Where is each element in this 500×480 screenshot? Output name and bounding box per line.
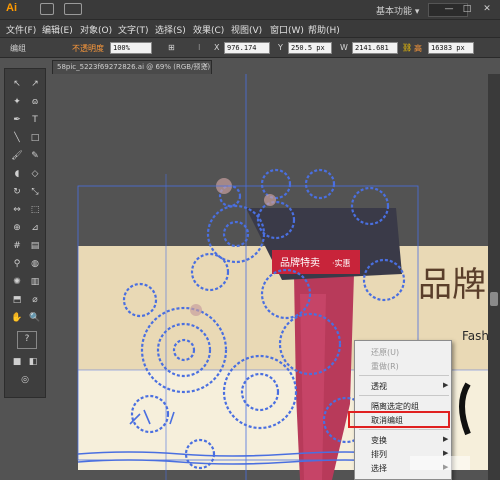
line-tool-icon[interactable]: ╲ [9,131,25,145]
constrain-proportions-icon[interactable]: ⛓ [402,43,412,52]
hand-tool-icon[interactable]: ✋ [9,311,25,325]
app-logo: Ai [6,2,17,14]
type-tool-icon[interactable]: T [27,113,43,127]
tools-panel: ↖ ↗ ✦ ɷ ✒ T ╲ □ 🖌 ✎ ◖ ◇ ↻ ⤡ ⇔ ⬚ ⊕ ⊿ # ▤ … [4,68,46,398]
align-icon[interactable]: ⊞ [168,43,175,52]
blob-brush-tool-icon[interactable]: ◖ [9,167,25,181]
document-tab[interactable]: 58pic_5223f69272826.ai @ 69% (RGB/预览) [52,60,212,74]
banner-subtitle: Fash [462,329,488,343]
submenu-arrow-icon: ▶ [443,435,449,443]
opacity-field[interactable]: 100% [110,42,152,54]
menu-window[interactable]: 窗口(W) [270,23,304,36]
title-bar: Ai 基本功能 ▾ — □ ✕ [0,0,500,20]
arrange-documents-icon[interactable] [64,3,82,15]
badge-text: 品牌特卖 [280,256,320,269]
width-field[interactable]: 2141.681 [352,42,398,54]
watermark-overlay [410,456,470,470]
symbol-sprayer-tool-icon[interactable]: ✺ [9,275,25,289]
opacity-label[interactable]: 不透明度 [72,43,104,54]
pencil-tool-icon[interactable]: ✎ [27,149,43,163]
paintbrush-tool-icon[interactable]: 🖌 [9,149,25,163]
menu-view[interactable]: 视图(V) [231,23,262,36]
height-field[interactable]: 16383 px [428,42,474,54]
maximize-button[interactable]: □ [460,2,474,16]
height-label: 高 [414,44,422,53]
menu-item-redo[interactable]: 重做(R) [371,361,399,372]
menu-bar: 文件(F) 编辑(E) 对象(O) 文字(T) 选择(S) 效果(C) 视图(V… [0,20,500,38]
gradient-tool-icon[interactable]: ▤ [27,239,43,253]
menu-item-perspective[interactable]: 透视 [371,381,387,392]
perspective-grid-tool-icon[interactable]: ⊿ [27,221,43,235]
menu-item-transform[interactable]: 变换 [371,435,387,446]
x-label: X [214,43,220,52]
slice-tool-icon[interactable]: ⌀ [27,293,43,307]
gradient-mode-icon[interactable]: ◧ [25,355,41,369]
vertical-scrollbar[interactable] [488,74,500,480]
scrollbar-thumb[interactable] [490,292,498,306]
control-bar: 编组 不透明度 100% ⊞ ⁝ X 976.174 Y 250.5 px W … [0,38,500,58]
magic-wand-tool-icon[interactable]: ✦ [9,95,25,109]
fill-stroke-swatch[interactable]: ? [17,331,37,349]
close-window-button[interactable]: ✕ [480,2,494,16]
menu-file[interactable]: 文件(F) [6,23,36,36]
menu-separator [359,429,449,430]
menu-separator [359,395,449,396]
width-tool-icon[interactable]: ⇔ [9,203,25,217]
menu-select[interactable]: 选择(S) [155,23,186,36]
column-graph-tool-icon[interactable]: ▥ [27,275,43,289]
menu-help[interactable]: 帮助(H) [308,23,340,36]
blend-tool-icon[interactable]: ◍ [27,257,43,271]
close-document-icon[interactable]: ✕ [202,61,209,70]
x-position-field[interactable]: 976.174 [224,42,270,54]
w-label: W [340,43,348,52]
ungroup-highlight-box [348,411,450,428]
rotate-tool-icon[interactable]: ↻ [9,185,25,199]
submenu-arrow-icon: ▶ [443,381,449,389]
y-position-field[interactable]: 250.5 px [288,42,332,54]
y-label: Y [278,43,283,52]
menu-item-undo[interactable]: 还原(U) [371,347,399,358]
pen-tool-icon[interactable]: ✒ [9,113,25,127]
selection-type-label: 编组 [10,44,26,53]
color-mode-icon[interactable]: ■ [9,355,25,369]
menu-item-arrange[interactable]: 排列 [371,449,387,460]
menu-effect[interactable]: 效果(C) [193,23,224,36]
rectangle-tool-icon[interactable]: □ [27,131,43,145]
reference-point-icon[interactable]: ⁝ [198,43,201,52]
menu-type[interactable]: 文字(T) [118,23,149,36]
lasso-tool-icon[interactable]: ɷ [27,95,43,109]
scale-tool-icon[interactable]: ⤡ [27,185,43,199]
draw-mode-icon[interactable]: ◎ [17,373,33,387]
mesh-tool-icon[interactable]: # [9,239,25,253]
banner-title: 品牌 [418,265,486,305]
menu-item-select[interactable]: 选择 [371,463,387,474]
menu-object[interactable]: 对象(O) [80,23,112,36]
eraser-tool-icon[interactable]: ◇ [27,167,43,181]
badge-subtext: ·实惠 [332,258,351,268]
shape-builder-tool-icon[interactable]: ⊕ [9,221,25,235]
artboard-tool-icon[interactable]: ⬒ [9,293,25,307]
direct-selection-tool-icon[interactable]: ↗ [27,77,43,91]
zoom-tool-icon[interactable]: 🔍 [27,311,43,325]
minimize-button[interactable]: — [442,2,456,16]
menu-separator [359,375,449,376]
menu-edit[interactable]: 编辑(E) [42,23,73,36]
workspace-switcher[interactable]: 基本功能 ▾ [376,4,419,17]
free-transform-tool-icon[interactable]: ⬚ [27,203,43,217]
eyedropper-tool-icon[interactable]: ⚲ [9,257,25,271]
bridge-icon[interactable] [40,3,54,15]
selection-tool-icon[interactable]: ↖ [9,77,25,91]
